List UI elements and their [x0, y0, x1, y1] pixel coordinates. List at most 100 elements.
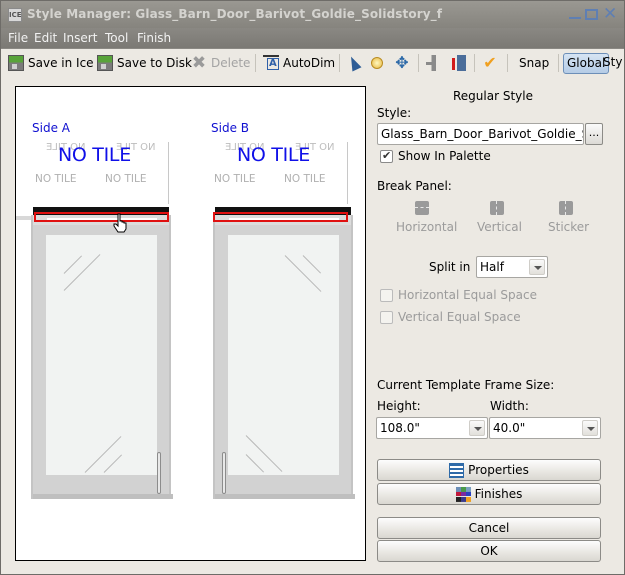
move-arrows-icon: ✥	[395, 53, 409, 72]
selected-rail-highlight-a[interactable]	[34, 212, 169, 222]
break-panel-label: Break Panel:	[377, 179, 452, 193]
snap-button[interactable]: Snap	[519, 53, 549, 73]
door-glass-panel	[228, 235, 339, 475]
height-value: 108.0"	[380, 421, 420, 435]
title-bar[interactable]: ICE Style Manager: Glass_Barn_Door_Bariv…	[1, 1, 624, 28]
show-in-palette-label: Show In Palette	[398, 149, 491, 163]
width-label: Width:	[490, 399, 529, 413]
horizontal-equal-space-label: Horizontal Equal Space	[398, 288, 537, 302]
menu-edit[interactable]: Edit	[34, 31, 57, 45]
split-panel-button[interactable]	[450, 53, 470, 73]
menu-insert[interactable]: Insert	[63, 31, 97, 45]
door-side-b[interactable]	[213, 207, 355, 499]
hand-cursor-icon	[113, 213, 127, 233]
frame-size-label: Current Template Frame Size:	[377, 378, 555, 392]
delete-label: Delete	[211, 56, 251, 70]
autodim-label: AutoDim	[283, 56, 336, 70]
width-dropdown[interactable]: 40.0"	[489, 417, 601, 439]
menu-bar: File Edit Insert Tool Finish	[1, 28, 624, 48]
autodim-button[interactable]: AutoDim	[263, 53, 335, 73]
show-in-palette-checkbox[interactable]	[380, 149, 393, 163]
floppy-disk-icon	[97, 55, 113, 71]
save-in-ice-label: Save in Ice	[28, 56, 94, 70]
glass-reflection	[63, 254, 101, 291]
panel-icon	[425, 55, 441, 71]
toolbar-separator	[418, 54, 419, 72]
cancel-button[interactable]: Cancel	[377, 517, 601, 539]
toolbar-separator	[339, 54, 340, 72]
autodim-icon	[263, 55, 279, 71]
style-label: Style:	[377, 106, 412, 120]
chevron-down-icon[interactable]	[529, 259, 545, 275]
panel-heading: Regular Style	[453, 89, 533, 103]
maximize-button[interactable]	[585, 9, 598, 20]
height-dropdown[interactable]: 108.0"	[376, 417, 488, 439]
zoom-tool-button[interactable]	[371, 53, 387, 73]
properties-label: Properties	[468, 463, 529, 477]
design-canvas[interactable]: Side A Side B NO TILE NO TILE NO TILE NO…	[15, 86, 366, 561]
no-tile-label: NO TILE	[58, 144, 131, 166]
sticker-break-icon	[559, 201, 573, 215]
close-button[interactable]: ✕	[603, 6, 617, 23]
magnifier-icon	[371, 57, 383, 69]
glass-reflection	[245, 454, 265, 473]
chevron-down-icon[interactable]	[469, 420, 485, 436]
pan-tool-button[interactable]: ✥	[394, 53, 414, 73]
save-to-disk-button[interactable]: Save to Disk	[97, 53, 192, 73]
horizontal-equal-space-checkbox[interactable]	[380, 289, 393, 302]
menu-file[interactable]: File	[8, 31, 28, 45]
break-vertical-option[interactable]: Vertical	[477, 220, 522, 234]
door-bottom-rail	[215, 494, 355, 499]
menu-finish[interactable]: Finish	[137, 31, 171, 45]
delete-x-icon: ✖	[191, 53, 207, 73]
checkmark-icon: ✔	[483, 53, 497, 72]
delete-button[interactable]: ✖ Delete	[191, 53, 251, 73]
ok-button[interactable]: OK	[377, 540, 601, 562]
save-to-disk-label: Save to Disk	[117, 56, 192, 70]
door-handle	[222, 452, 226, 494]
split-in-label: Split in	[429, 260, 471, 274]
height-label: Height:	[377, 399, 421, 413]
save-in-ice-button[interactable]: Save in Ice	[8, 53, 94, 73]
split-panel-icon	[450, 55, 466, 71]
browse-style-button[interactable]: ...	[585, 123, 603, 145]
no-tile-label-small: NO TILE	[214, 173, 256, 185]
break-sticker-option[interactable]: Sticker	[548, 220, 589, 234]
validate-button[interactable]: ✔	[482, 53, 502, 73]
properties-button[interactable]: Properties	[377, 459, 601, 481]
toolbar: Save in Ice Save to Disk ✖ Delete AutoDi…	[1, 48, 624, 76]
style-manager-window: ICE Style Manager: Glass_Barn_Door_Bariv…	[0, 0, 625, 575]
door-bottom-rail	[33, 494, 173, 499]
toolbar-separator	[255, 54, 256, 72]
menu-tool[interactable]: Tool	[105, 31, 128, 45]
chevron-down-icon[interactable]	[582, 420, 598, 436]
finishes-label: Finishes	[474, 487, 523, 501]
horizontal-break-icon	[415, 201, 429, 215]
glass-reflection	[245, 435, 283, 472]
no-tile-label-small: NO TILE	[284, 173, 326, 185]
app-icon: ICE	[8, 8, 22, 22]
finishes-button[interactable]: Finishes	[377, 483, 601, 505]
side-b-label: Side B	[211, 121, 249, 135]
toolbar-separator	[474, 54, 475, 72]
glass-reflection	[63, 255, 83, 274]
split-in-dropdown[interactable]: Half	[476, 256, 548, 278]
snap-label: Snap	[519, 56, 550, 70]
glass-reflection	[284, 255, 322, 292]
door-glass-panel	[46, 235, 157, 475]
minimize-button[interactable]	[568, 7, 582, 21]
style-toolbar-button-truncated[interactable]: Sty	[603, 55, 622, 69]
panel-tool-button[interactable]	[425, 53, 445, 73]
split-in-value: Half	[480, 260, 504, 274]
vertical-equal-space-label: Vertical Equal Space	[398, 310, 521, 324]
properties-panel: Regular Style Style: Glass_Barn_Door_Bar…	[369, 81, 624, 571]
color-swatch-icon	[455, 486, 471, 502]
select-tool-button[interactable]	[346, 53, 362, 73]
vertical-equal-space-checkbox[interactable]	[380, 311, 393, 324]
style-name-field[interactable]: Glass_Barn_Door_Barivot_Goldie_Solidstor…	[377, 123, 584, 145]
break-horizontal-option[interactable]: Horizontal	[396, 220, 457, 234]
door-side-a[interactable]	[31, 207, 173, 499]
tile-boundary-line	[347, 142, 348, 204]
no-tile-label-small: NO TILE	[35, 173, 77, 185]
selected-rail-highlight-b[interactable]	[213, 212, 348, 222]
